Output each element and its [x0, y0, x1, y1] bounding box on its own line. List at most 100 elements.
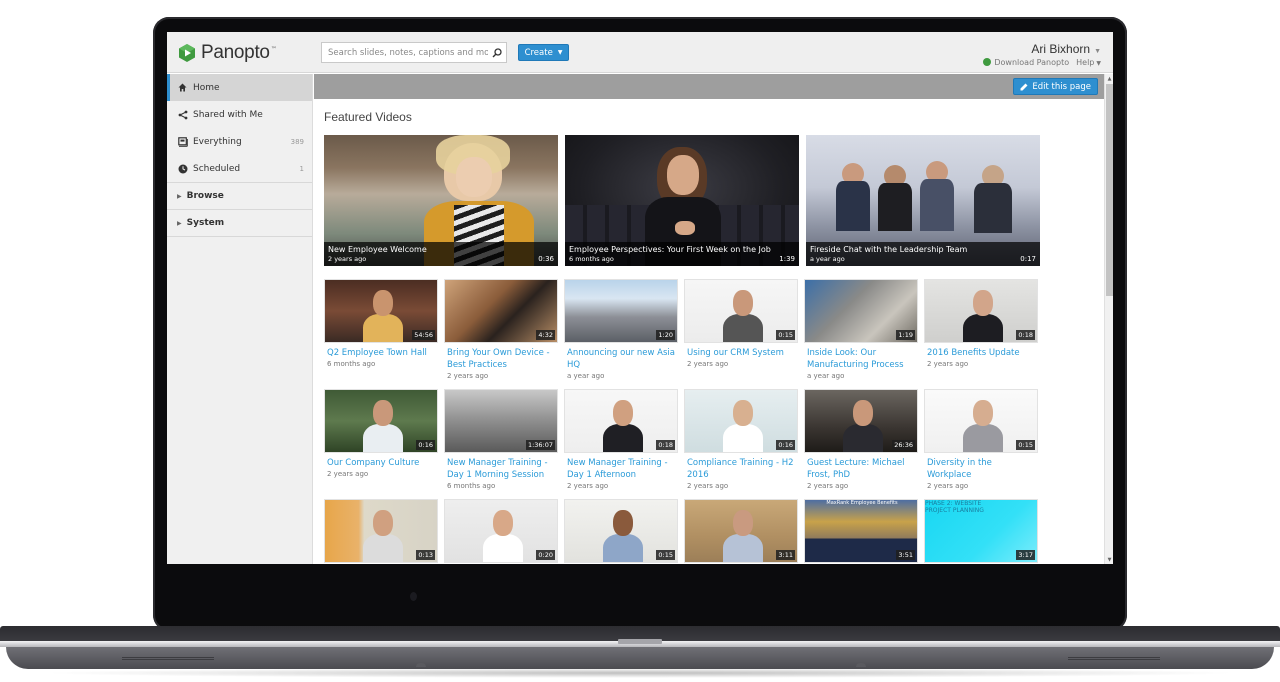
- clock-icon: [177, 163, 188, 174]
- video-thumbnail: 4:32: [444, 279, 558, 343]
- sidebar-item-scheduled[interactable]: Scheduled 1: [167, 155, 312, 182]
- video-duration: 0:16: [416, 440, 435, 450]
- featured-video-card[interactable]: New Employee Welcome 2 years ago 0:36: [324, 135, 558, 266]
- video-grid: 54:56 Q2 Employee Town Hall 6 months ago 4:…: [324, 279, 1038, 564]
- video-title-link[interactable]: Our Company Culture: [324, 457, 438, 469]
- video-card[interactable]: 0:18 New Manager Training - Day 1 Afterno…: [564, 389, 678, 499]
- video-title: Employee Perspectives: Your First Week o…: [569, 245, 771, 254]
- video-duration: 54:56: [412, 330, 435, 340]
- edit-page-label: Edit this page: [1032, 81, 1091, 92]
- sidebar-item-everything[interactable]: Everything 389: [167, 128, 312, 155]
- sidebar-item-label: Everything: [193, 136, 242, 147]
- scroll-up-arrow-icon[interactable]: ▲: [1105, 74, 1113, 83]
- video-age: a year ago: [567, 372, 605, 380]
- video-duration: 1:39: [779, 255, 795, 263]
- video-thumbnail: 0:18: [564, 389, 678, 453]
- scheduled-count: 1: [299, 164, 304, 173]
- sidebar-item-label: Shared with Me: [193, 109, 263, 120]
- sidebar-group-browse[interactable]: ▶ Browse: [167, 183, 312, 210]
- video-card[interactable]: 0:15 Using our CRM System 2 years ago: [684, 279, 798, 389]
- video-title-link[interactable]: Diversity in the Workplace: [924, 457, 1038, 481]
- everything-count: 389: [290, 137, 304, 146]
- download-panopto-link[interactable]: Download Panopto: [983, 58, 1069, 67]
- video-title-link[interactable]: Inside Look: Our Manufacturing Process: [804, 347, 918, 371]
- video-duration: 0:15: [776, 330, 795, 340]
- video-card[interactable]: 0:13: [324, 499, 438, 564]
- video-duration: 0:18: [1016, 330, 1035, 340]
- panopto-logo[interactable]: Panopto ™: [177, 42, 277, 64]
- video-title-link[interactable]: New Manager Training - Day 1 Morning Ses…: [444, 457, 558, 481]
- video-thumbnail: 1:36:07: [444, 389, 558, 453]
- top-bar: Panopto ™ Create ▼ Ari Bixhorn▼ Download…: [167, 32, 1113, 73]
- video-title-link[interactable]: Bring Your Own Device - Best Practices: [444, 347, 558, 371]
- webcam: [410, 592, 417, 601]
- video-title-link[interactable]: Compliance Training - H2 2016: [684, 457, 798, 481]
- video-title-link[interactable]: Q2 Employee Town Hall: [324, 347, 438, 359]
- logo-trademark: ™: [270, 45, 277, 53]
- video-age: 2 years ago: [687, 482, 729, 490]
- video-duration: 3:51: [896, 550, 915, 560]
- scroll-down-arrow-icon[interactable]: ▼: [1105, 555, 1113, 564]
- vertical-scrollbar[interactable]: ▲ ▼: [1104, 74, 1113, 564]
- featured-video-card[interactable]: Employee Perspectives: Your First Week o…: [565, 135, 799, 266]
- library-icon: [177, 136, 188, 147]
- user-name: Ari Bixhorn: [1031, 42, 1091, 56]
- video-card[interactable]: 0:15: [564, 499, 678, 564]
- video-age: a year ago: [807, 372, 845, 380]
- video-card[interactable]: 0:16 Our Company Culture 2 years ago: [324, 389, 438, 499]
- search-icon[interactable]: [488, 44, 506, 62]
- download-icon: [983, 58, 992, 66]
- download-label: Download Panopto: [994, 58, 1070, 67]
- laptop-foot: [856, 663, 866, 667]
- video-card[interactable]: 54:56 Q2 Employee Town Hall 6 months ago: [324, 279, 438, 389]
- video-duration: 26:36: [892, 440, 915, 450]
- video-thumbnail: 3:11: [684, 499, 798, 563]
- video-thumbnail: 1:20: [564, 279, 678, 343]
- user-menu[interactable]: Ari Bixhorn ▼: [1031, 42, 1101, 56]
- search-input[interactable]: [322, 47, 488, 58]
- video-card[interactable]: 0:15 Diversity in the Workplace 2 years ag…: [924, 389, 1038, 499]
- sidebar-item-shared-with-me[interactable]: Shared with Me: [167, 101, 312, 128]
- video-caption: Employee Perspectives: Your First Week o…: [565, 242, 799, 266]
- video-duration: 3:17: [1016, 550, 1035, 560]
- video-card[interactable]: 0:16 Compliance Training - H2 2016 2 years…: [684, 389, 798, 499]
- video-duration: 0:15: [1016, 440, 1035, 450]
- video-card[interactable]: 0:20: [444, 499, 558, 564]
- video-title: Fireside Chat with the Leadership Team: [810, 245, 968, 254]
- video-card[interactable]: 1:20 Announcing our new Asia HQ a year ago: [564, 279, 678, 389]
- video-card[interactable]: MaxRank Employee Benefits 3:51: [804, 499, 918, 564]
- scrollbar-thumb[interactable]: [1106, 84, 1113, 296]
- video-title-link[interactable]: Guest Lecture: Michael Frost, PhD: [804, 457, 918, 481]
- panopto-logo-icon: [179, 44, 195, 62]
- video-card[interactable]: 1:36:07 New Manager Training - Day 1 Morn…: [444, 389, 558, 499]
- create-label: Create: [524, 47, 553, 58]
- video-card[interactable]: 0:18 2016 Benefits Update 2 years ago: [924, 279, 1038, 389]
- share-icon: [177, 109, 188, 120]
- sidebar-group-label: System: [186, 218, 225, 228]
- help-menu[interactable]: Help ▼: [1076, 58, 1101, 67]
- video-age: a year ago: [810, 255, 845, 263]
- speaker-vent-right: [1068, 657, 1160, 660]
- screen: Panopto ™ Create ▼ Ari Bixhorn▼ Download…: [167, 32, 1113, 564]
- search-box: [321, 42, 507, 63]
- video-title-link[interactable]: Using our CRM System: [684, 347, 798, 359]
- video-title-link[interactable]: New Manager Training - Day 1 Afternoon: [564, 457, 678, 481]
- slide-text: PHASE 2: WEBSITE PROJECT PLANNING: [925, 500, 984, 514]
- sidebar-item-home[interactable]: Home: [167, 74, 312, 101]
- top-links: Download Panopto Help ▼: [983, 58, 1101, 67]
- help-label: Help: [1076, 58, 1095, 67]
- featured-video-card[interactable]: Fireside Chat with the Leadership Team a…: [806, 135, 1040, 266]
- video-card[interactable]: 1:19 Inside Look: Our Manufacturing Proce…: [804, 279, 918, 389]
- video-thumbnail: 26:36: [804, 389, 918, 453]
- sidebar-group-system[interactable]: ▶ System: [167, 210, 312, 237]
- edit-page-button[interactable]: Edit this page: [1013, 78, 1098, 95]
- video-card[interactable]: 26:36 Guest Lecture: Michael Frost, PhD 2 …: [804, 389, 918, 499]
- video-card[interactable]: 3:11: [684, 499, 798, 564]
- video-thumbnail: PHASE 2: WEBSITE PROJECT PLANNING 3:17: [924, 499, 1038, 563]
- video-title-link[interactable]: 2016 Benefits Update: [924, 347, 1038, 359]
- video-duration: 0:15: [656, 550, 675, 560]
- video-title-link[interactable]: Announcing our new Asia HQ: [564, 347, 678, 371]
- create-button[interactable]: Create ▼: [518, 44, 569, 61]
- video-card[interactable]: 4:32 Bring Your Own Device - Best Practic…: [444, 279, 558, 389]
- video-card[interactable]: PHASE 2: WEBSITE PROJECT PLANNING 3:17: [924, 499, 1038, 564]
